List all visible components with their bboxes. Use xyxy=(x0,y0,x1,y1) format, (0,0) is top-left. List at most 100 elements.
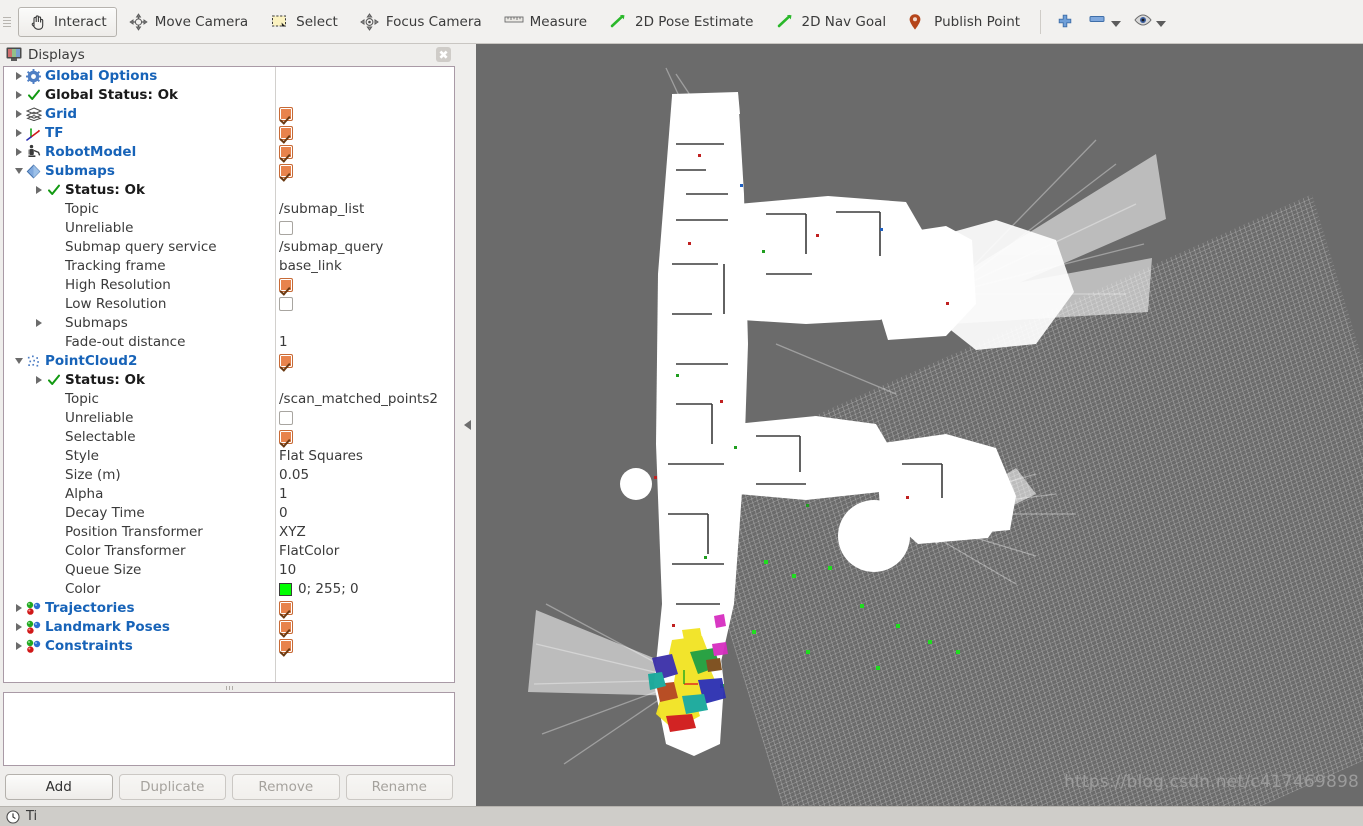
tree-row[interactable]: Color 0; 255; 0 xyxy=(4,580,454,599)
panel-collapse-splitter[interactable] xyxy=(458,44,476,806)
tree-row[interactable]: Submaps xyxy=(4,162,454,181)
tool-focus-camera[interactable]: Focus Camera xyxy=(350,7,492,37)
tree-row-value-cell[interactable]: base_link xyxy=(275,257,454,276)
tree-row-value-cell[interactable]: 1 xyxy=(275,333,454,352)
tree-row-value-cell[interactable]: 10 xyxy=(275,561,454,580)
tree-row-value-cell[interactable]: /submap_list xyxy=(275,200,454,219)
tree-row[interactable]: Landmark Poses xyxy=(4,618,454,637)
tree-row[interactable]: Constraints xyxy=(4,637,454,656)
displays-tree[interactable]: Global Options Global Status: Ok Grid TF Rob… xyxy=(4,67,454,682)
tree-row-value-cell[interactable] xyxy=(275,409,454,428)
tree-row-value-cell[interactable] xyxy=(275,295,454,314)
tree-row[interactable]: Fade-out distance 1 xyxy=(4,333,454,352)
expand-arrow-down-icon[interactable] xyxy=(12,162,25,181)
tree-row-value-cell[interactable]: FlatColor xyxy=(275,542,454,561)
expand-arrow-right-icon[interactable] xyxy=(12,637,25,656)
tree-row[interactable]: Decay Time 0 xyxy=(4,504,454,523)
checkbox-checked[interactable] xyxy=(279,107,293,122)
duplicate-button[interactable]: Duplicate xyxy=(118,774,226,800)
expand-arrow-right-icon[interactable] xyxy=(32,371,45,390)
toolbar-panel-menu-button[interactable] xyxy=(1082,13,1127,31)
tree-row[interactable]: Trajectories xyxy=(4,599,454,618)
tree-row[interactable]: PointCloud2 xyxy=(4,352,454,371)
tree-row-value-cell[interactable] xyxy=(275,637,454,656)
tree-row-value-cell[interactable] xyxy=(275,181,454,200)
tree-row[interactable]: Topic/scan_matched_points2 xyxy=(4,390,454,409)
checkbox-checked[interactable] xyxy=(279,145,293,160)
tool-2d-nav-goal[interactable]: 2D Nav Goal xyxy=(766,7,897,37)
checkbox-checked[interactable] xyxy=(279,164,293,179)
tree-row-value-cell[interactable] xyxy=(275,352,454,371)
tree-row[interactable]: Unreliable xyxy=(4,219,454,238)
color-picker-value[interactable]: 0; 255; 0 xyxy=(279,581,359,597)
expand-arrow-right-icon[interactable] xyxy=(12,67,25,86)
tree-row[interactable]: Status: Ok xyxy=(4,371,454,390)
tree-row[interactable]: Selectable xyxy=(4,428,454,447)
tool-move-camera[interactable]: Move Camera xyxy=(119,7,258,37)
expand-arrow-down-icon[interactable] xyxy=(12,352,25,371)
tree-row-value-cell[interactable] xyxy=(275,276,454,295)
tree-row-value-cell[interactable] xyxy=(275,86,454,105)
checkbox-checked[interactable] xyxy=(279,639,293,654)
tree-row[interactable]: Submap query service/submap_query xyxy=(4,238,454,257)
expand-arrow-right-icon[interactable] xyxy=(12,105,25,124)
tree-row[interactable]: Size (m) 0.05 xyxy=(4,466,454,485)
add-button[interactable]: Add xyxy=(5,774,113,800)
tree-row-value-cell[interactable] xyxy=(275,371,454,390)
expand-arrow-right-icon[interactable] xyxy=(12,143,25,162)
tree-row-value-cell[interactable] xyxy=(275,67,454,86)
checkbox-unchecked[interactable] xyxy=(279,221,293,236)
expand-arrow-right-icon[interactable] xyxy=(12,86,25,105)
expand-arrow-right-icon[interactable] xyxy=(32,314,45,333)
tree-row-value-cell[interactable] xyxy=(275,314,454,333)
tree-row[interactable]: Global Options xyxy=(4,67,454,86)
expand-arrow-right-icon[interactable] xyxy=(12,618,25,637)
tree-row[interactable]: Submaps xyxy=(4,314,454,333)
toolbar-add-tool-button[interactable] xyxy=(1050,13,1082,31)
tree-row-value-cell[interactable]: /scan_matched_points2 xyxy=(275,390,454,409)
tree-row[interactable]: Status: Ok xyxy=(4,181,454,200)
tree-row-value-cell[interactable] xyxy=(275,219,454,238)
tree-row-value-cell[interactable] xyxy=(275,124,454,143)
tree-row[interactable]: Alpha 1 xyxy=(4,485,454,504)
close-icon[interactable]: ✖ xyxy=(436,47,451,62)
tree-row-value-cell[interactable]: /submap_query xyxy=(275,238,454,257)
checkbox-checked[interactable] xyxy=(279,601,293,616)
tree-row[interactable]: Topic/submap_list xyxy=(4,200,454,219)
tree-row-value-cell[interactable]: 1 xyxy=(275,485,454,504)
tree-row[interactable]: Low Resolution xyxy=(4,295,454,314)
toolbar-visibility-menu-button[interactable] xyxy=(1127,13,1172,31)
tree-row-value-cell[interactable] xyxy=(275,428,454,447)
tree-row-value-cell[interactable] xyxy=(275,105,454,124)
tree-row[interactable]: Style Flat Squares xyxy=(4,447,454,466)
tree-row[interactable]: Queue Size 10 xyxy=(4,561,454,580)
tree-row-value-cell[interactable]: XYZ xyxy=(275,523,454,542)
toolbar-drag-handle[interactable] xyxy=(3,10,13,34)
rename-button[interactable]: Rename xyxy=(345,774,453,800)
tree-row-value-cell[interactable]: 0 xyxy=(275,504,454,523)
checkbox-checked[interactable] xyxy=(279,354,293,369)
checkbox-checked[interactable] xyxy=(279,278,293,293)
tool-2d-pose-estimate[interactable]: 2D Pose Estimate xyxy=(599,7,763,37)
tool-select[interactable]: Select xyxy=(260,7,348,37)
tree-row-value-cell[interactable]: 0; 255; 0 xyxy=(275,580,454,599)
tree-row[interactable]: TF xyxy=(4,124,454,143)
tree-row-value-cell[interactable] xyxy=(275,143,454,162)
tool-publish-point[interactable]: Publish Point xyxy=(898,7,1030,37)
panel-splitter-handle[interactable] xyxy=(3,683,455,692)
remove-button[interactable]: Remove xyxy=(232,774,340,800)
tree-row[interactable]: Position Transformer XYZ xyxy=(4,523,454,542)
checkbox-checked[interactable] xyxy=(279,430,293,445)
checkbox-checked[interactable] xyxy=(279,620,293,635)
checkbox-checked[interactable] xyxy=(279,126,293,141)
tree-row[interactable]: RobotModel xyxy=(4,143,454,162)
tree-row-value-cell[interactable] xyxy=(275,162,454,181)
tree-row[interactable]: Unreliable xyxy=(4,409,454,428)
tree-row[interactable]: High Resolution xyxy=(4,276,454,295)
expand-arrow-right-icon[interactable] xyxy=(12,599,25,618)
tree-row-value-cell[interactable]: 0.05 xyxy=(275,466,454,485)
tree-row[interactable]: Color Transformer FlatColor xyxy=(4,542,454,561)
expand-arrow-right-icon[interactable] xyxy=(12,124,25,143)
tree-row[interactable]: Global Status: Ok xyxy=(4,86,454,105)
tree-row-value-cell[interactable]: Flat Squares xyxy=(275,447,454,466)
